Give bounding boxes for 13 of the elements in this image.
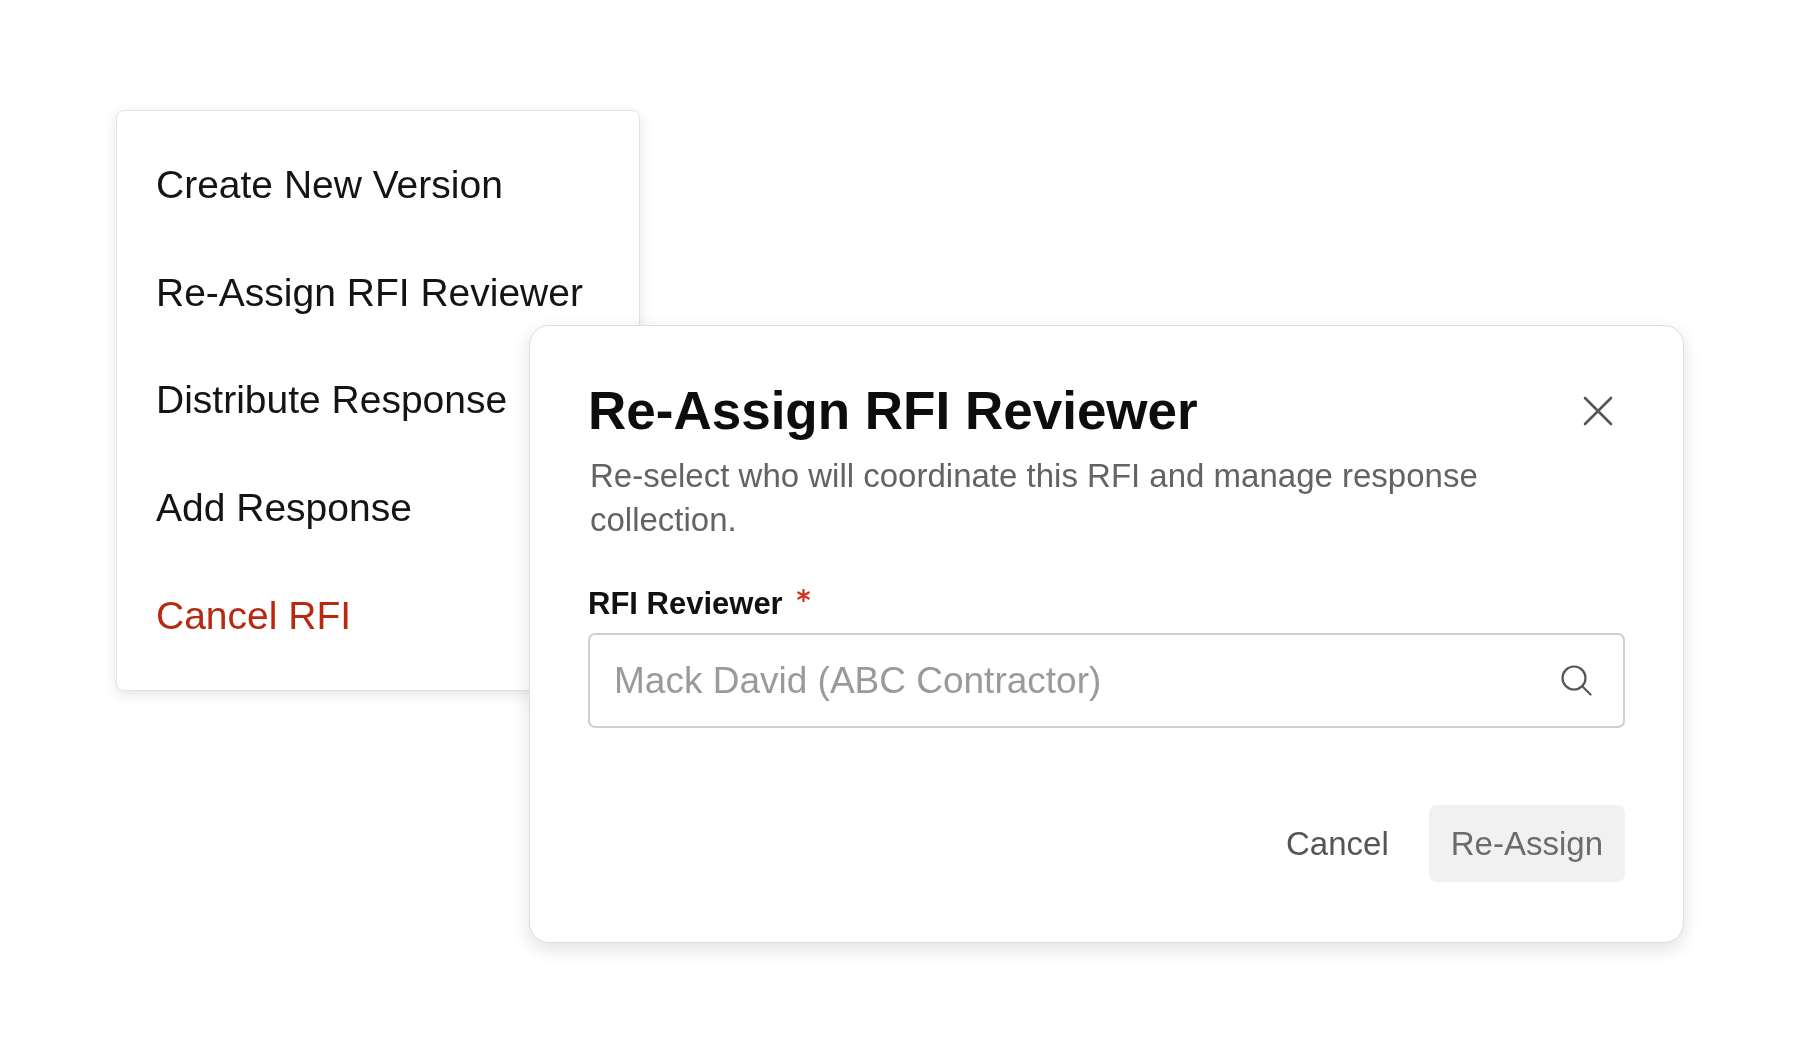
menu-item[interactable]: Add Response: [152, 454, 416, 563]
search-icon: [1560, 664, 1592, 696]
dialog-title: Re-Assign RFI Reviewer: [588, 380, 1198, 442]
close-icon: [1583, 396, 1613, 426]
menu-item[interactable]: Re-Assign RFI Reviewer: [152, 238, 587, 347]
cancel-button[interactable]: Cancel: [1264, 805, 1411, 882]
menu-item[interactable]: Cancel RFI: [152, 562, 356, 670]
search-field[interactable]: Mack David (ABC Contractor): [588, 633, 1625, 728]
menu-item[interactable]: Create New Version: [152, 131, 507, 239]
field-label: RFI Reviewer: [588, 585, 783, 623]
menu-item[interactable]: Distribute Response: [152, 346, 512, 455]
dialog-description: Re-select who will coordinate this RFI and manage response collection.: [590, 456, 1479, 540]
close-button[interactable]: [1583, 396, 1613, 426]
